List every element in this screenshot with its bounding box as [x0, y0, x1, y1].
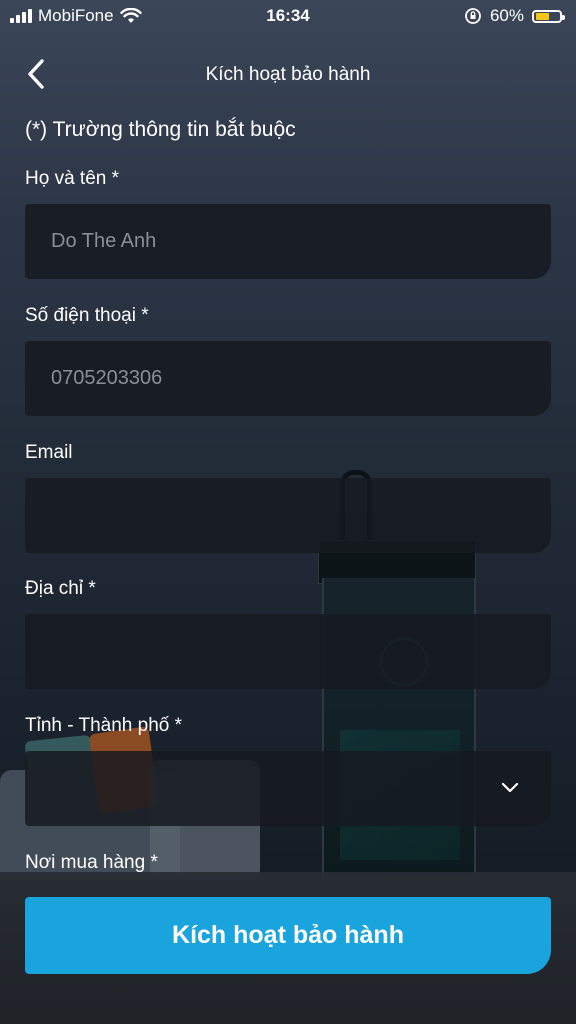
address-input[interactable]: [49, 639, 527, 664]
province-input[interactable]: [49, 776, 527, 801]
full-name-field[interactable]: [25, 204, 551, 279]
address-label: Địa chỉ *: [25, 578, 96, 599]
orientation-lock-icon: [465, 8, 481, 24]
phone-label: Số điện thoại *: [25, 305, 149, 326]
page-title: Kích hoạt bảo hành: [205, 64, 371, 85]
battery-percent: 60%: [489, 6, 524, 25]
activate-warranty-button[interactable]: Kích hoạt bảo hành: [25, 897, 551, 974]
chevron-down-icon[interactable]: [501, 779, 519, 797]
address-field[interactable]: [25, 614, 551, 689]
full-name-label: Họ và tên *: [25, 168, 119, 189]
phone-field[interactable]: [25, 341, 551, 416]
province-select[interactable]: [25, 751, 551, 826]
required-fields-note: (*) Trường thông tin bắt buộc: [25, 118, 296, 141]
status-bar: MobiFone 16:34 60%: [0, 0, 576, 34]
email-field[interactable]: [25, 478, 551, 553]
province-label: Tỉnh - Thành phố *: [25, 715, 183, 736]
purchase-place-label: Nơi mua hàng *: [25, 852, 158, 873]
header: Kích hoạt bảo hành: [0, 50, 576, 100]
status-right: 60%: [464, 6, 565, 26]
full-name-input[interactable]: [49, 229, 527, 254]
battery-icon: [532, 9, 565, 23]
phone-input[interactable]: [49, 366, 527, 391]
email-label: Email: [25, 442, 73, 463]
email-input[interactable]: [49, 503, 527, 528]
